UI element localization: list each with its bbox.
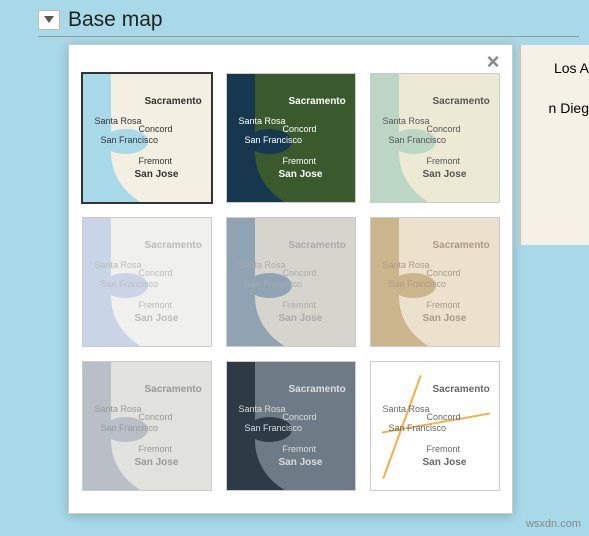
thumb-lbl-santarosa: Santa Rosa — [95, 116, 142, 126]
thumb-lbl-sacramento: Sacramento — [433, 384, 490, 395]
thumb-lbl-santarosa: Santa Rosa — [383, 260, 430, 270]
dropdown-toggle[interactable] — [38, 10, 60, 30]
thumb-lbl-sanjose: San Jose — [279, 313, 323, 324]
style-thumb-retro[interactable]: SacramentoSanta RosaConcord San Francisco… — [370, 217, 500, 347]
basemap-panel: × SacramentoSanta RosaConcordSan Francis… — [68, 44, 513, 514]
close-button[interactable]: × — [482, 51, 504, 73]
style-thumb-satellite[interactable]: SacramentoSanta RosaConcord San Francisco… — [226, 73, 356, 203]
thumb-lbl-concord: Concord — [283, 412, 317, 422]
thumb-lbl-fremont: Fremont — [427, 300, 461, 310]
thumb-lbl-sanfran: San Francisco — [101, 136, 159, 145]
thumb-lbl-santarosa: Santa Rosa — [239, 404, 286, 414]
thumb-lbl-concord: Concord — [139, 268, 173, 278]
thumb-lbl-fremont: Fremont — [283, 300, 317, 310]
thumb-lbl-concord: Concord — [283, 268, 317, 278]
thumb-lbl-fremont: Fremont — [283, 156, 317, 166]
thumb-lbl-sanjose: San Jose — [423, 313, 467, 324]
thumb-lbl-sanfran: San Francisco — [389, 136, 447, 145]
thumb-lbl-sanfran: San Francisco — [101, 280, 159, 289]
thumb-lbl-sacramento: Sacramento — [145, 240, 202, 251]
thumb-lbl-santarosa: Santa Rosa — [383, 404, 430, 414]
thumb-lbl-fremont: Fremont — [139, 444, 173, 454]
bg-label-la: Los A — [554, 60, 589, 76]
thumb-lbl-santarosa: Santa Rosa — [95, 404, 142, 414]
style-thumb-default[interactable]: SacramentoSanta RosaConcord San Francisco… — [82, 73, 212, 203]
style-thumb-silver[interactable]: SacramentoSanta RosaConcord San Francisco… — [226, 217, 356, 347]
thumb-lbl-santarosa: Santa Rosa — [239, 260, 286, 270]
style-thumb-gray[interactable]: SacramentoSanta RosaConcord San Francisco… — [82, 361, 212, 491]
thumb-lbl-concord: Concord — [139, 412, 173, 422]
style-thumb-dark[interactable]: SacramentoSanta RosaConcord San Francisco… — [226, 361, 356, 491]
style-thumb-roads[interactable]: SacramentoSanta RosaConcord San Francisco… — [370, 361, 500, 491]
thumb-lbl-sacramento: Sacramento — [433, 240, 490, 251]
panel-title: Base map — [68, 8, 163, 32]
thumb-lbl-concord: Concord — [427, 124, 461, 134]
thumb-lbl-concord: Concord — [139, 124, 173, 134]
close-icon: × — [487, 49, 500, 75]
chevron-down-icon — [44, 16, 54, 24]
thumb-lbl-sanjose: San Jose — [279, 457, 323, 468]
thumb-lbl-concord: Concord — [427, 412, 461, 422]
watermark: wsxdn.com — [526, 518, 581, 530]
style-thumb-light[interactable]: SacramentoSanta RosaConcord San Francisco… — [82, 217, 212, 347]
thumb-lbl-sanfran: San Francisco — [245, 280, 303, 289]
thumb-lbl-sanjose: San Jose — [135, 313, 179, 324]
thumb-lbl-sanfran: San Francisco — [245, 136, 303, 145]
thumb-lbl-sanfran: San Francisco — [389, 280, 447, 289]
thumb-lbl-sacramento: Sacramento — [145, 384, 202, 395]
style-grid: SacramentoSanta RosaConcordSan Francisco… — [81, 73, 500, 491]
thumb-lbl-fremont: Fremont — [139, 300, 173, 310]
thumb-lbl-sanfran: San Francisco — [389, 424, 447, 433]
style-thumb-terrain[interactable]: SacramentoSanta RosaConcord San Francisco… — [370, 73, 500, 203]
thumb-lbl-sanjose: San Jose — [135, 457, 179, 468]
thumb-lbl-fremont: Fremont — [139, 156, 173, 166]
thumb-lbl-sacramento: Sacramento — [289, 384, 346, 395]
thumb-lbl-sanjose: San Jose — [423, 457, 467, 468]
bg-label-sd: n Dieg — [549, 100, 589, 116]
thumb-lbl-sacramento: Sacramento — [289, 96, 346, 107]
thumb-lbl-santarosa: Santa Rosa — [239, 116, 286, 126]
thumb-lbl-fremont: Fremont — [283, 444, 317, 454]
thumb-lbl-fremont: Fremont — [427, 156, 461, 166]
thumb-lbl-sacramento: Sacramento — [145, 96, 202, 107]
thumb-lbl-sanjose: San Jose — [279, 169, 323, 180]
thumb-lbl-sanfran: San Francisco — [101, 424, 159, 433]
thumb-lbl-sanjose: San Jose — [423, 169, 467, 180]
thumb-lbl-santarosa: Santa Rosa — [383, 116, 430, 126]
thumb-lbl-santarosa: Santa Rosa — [95, 260, 142, 270]
thumb-lbl-sanjose: San Jose — [135, 169, 179, 180]
thumb-lbl-sacramento: Sacramento — [289, 240, 346, 251]
thumb-lbl-sacramento: Sacramento — [433, 96, 490, 107]
thumb-lbl-concord: Concord — [283, 124, 317, 134]
header: Base map — [38, 8, 579, 37]
thumb-lbl-concord: Concord — [427, 268, 461, 278]
thumb-lbl-fremont: Fremont — [427, 444, 461, 454]
thumb-lbl-sanfran: San Francisco — [245, 424, 303, 433]
